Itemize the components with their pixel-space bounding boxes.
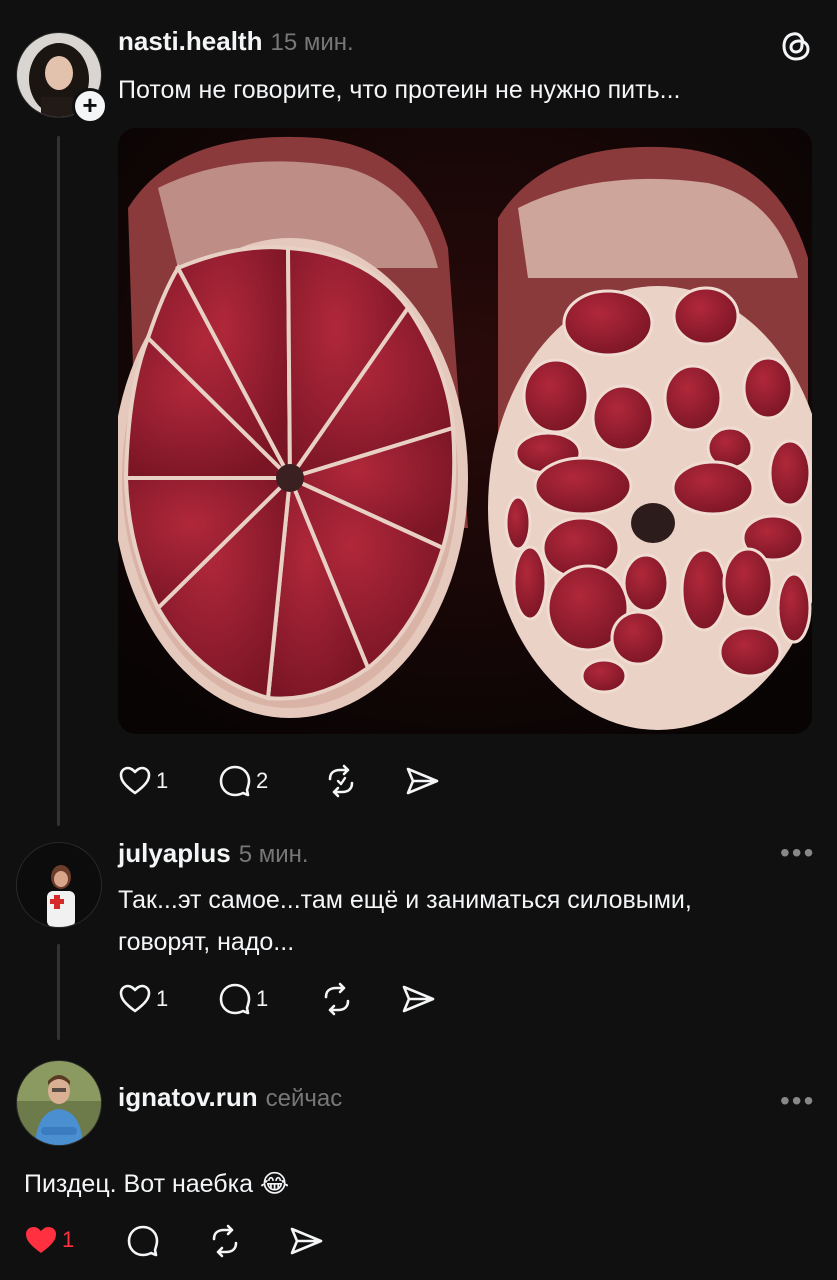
more-icon[interactable]: ••• bbox=[780, 839, 815, 867]
post-header: nasti.health 15 мин. bbox=[118, 26, 354, 62]
heart-icon bbox=[119, 766, 151, 795]
repost-button[interactable] bbox=[208, 1224, 242, 1258]
repost-icon bbox=[324, 982, 350, 1016]
reply-text-line2: говорят, надо... bbox=[118, 928, 295, 956]
reply-text: Пиздец. Вот наебка 😂 bbox=[24, 1170, 290, 1198]
comment-button[interactable]: 2 bbox=[218, 764, 268, 798]
avatar-image bbox=[17, 843, 101, 927]
username[interactable]: julyaplus bbox=[118, 838, 231, 869]
comment-count: 2 bbox=[256, 768, 269, 793]
post-text: Потом не говорите, что протеин не нужно … bbox=[118, 76, 681, 104]
comment-button[interactable] bbox=[126, 1224, 160, 1258]
username[interactable]: ignatov.run bbox=[118, 1082, 258, 1113]
avatar-image bbox=[17, 1061, 101, 1145]
timestamp: сейчас bbox=[265, 1085, 343, 1112]
reply-text-line1: Так...эт самое...там ещё и заниматься си… bbox=[118, 886, 692, 914]
timestamp: 15 мин. bbox=[270, 29, 354, 56]
comment-button[interactable]: 1 bbox=[218, 982, 268, 1016]
like-count: 1 bbox=[62, 1227, 75, 1252]
repost-icon bbox=[328, 764, 354, 798]
more-icon[interactable]: ••• bbox=[780, 1087, 815, 1115]
comment-count: 1 bbox=[256, 986, 269, 1011]
share-button[interactable] bbox=[400, 982, 436, 1016]
avatar-ignatov-run[interactable] bbox=[16, 1060, 102, 1146]
like-count: 1 bbox=[156, 986, 169, 1011]
muscle-cross-section-image bbox=[118, 128, 812, 734]
share-icon bbox=[290, 1227, 323, 1255]
threads-logo-icon[interactable] bbox=[778, 28, 814, 64]
share-button[interactable] bbox=[288, 1224, 324, 1258]
follow-plus-icon[interactable]: + bbox=[72, 88, 108, 124]
thread-line bbox=[57, 944, 60, 1040]
post-image[interactable] bbox=[118, 128, 812, 734]
share-icon bbox=[402, 985, 435, 1013]
heart-icon bbox=[119, 984, 151, 1013]
reply-header: ignatov.run сейчас bbox=[118, 1082, 342, 1118]
comment-icon bbox=[127, 1225, 159, 1257]
reply-header: julyaplus 5 мин. bbox=[118, 838, 309, 874]
thread-line bbox=[57, 136, 60, 826]
share-button[interactable] bbox=[404, 764, 440, 798]
share-icon bbox=[406, 767, 439, 795]
like-button[interactable]: 1 bbox=[24, 1224, 74, 1256]
username[interactable]: nasti.health bbox=[118, 26, 262, 57]
comment-icon bbox=[219, 765, 251, 797]
repost-button[interactable] bbox=[320, 982, 354, 1016]
comment-icon bbox=[219, 983, 251, 1015]
heart-filled-icon bbox=[26, 1227, 56, 1253]
repost-icon bbox=[212, 1224, 238, 1258]
timestamp: 5 мин. bbox=[238, 841, 309, 868]
avatar-julyaplus[interactable] bbox=[16, 842, 102, 928]
like-button[interactable]: 1 bbox=[118, 982, 168, 1016]
like-count: 1 bbox=[156, 768, 169, 793]
like-button[interactable]: 1 bbox=[118, 764, 168, 798]
repost-button[interactable] bbox=[324, 764, 358, 798]
